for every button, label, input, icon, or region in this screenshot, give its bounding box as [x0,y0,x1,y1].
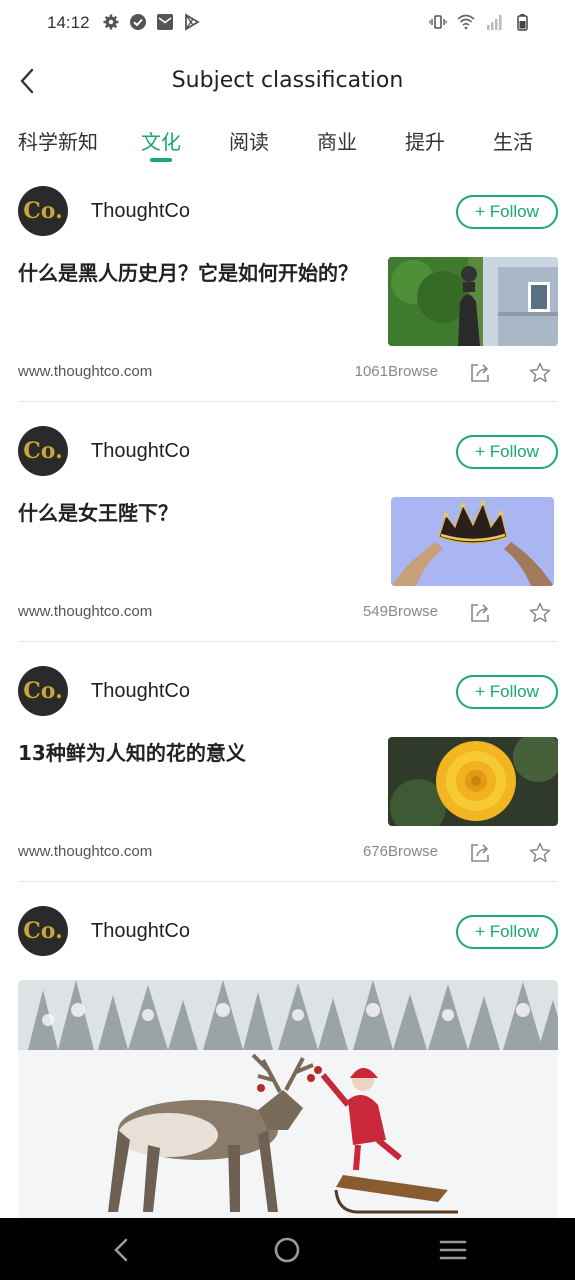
article-title[interactable]: 13种鲜为人知的花的意义 [18,740,368,766]
source-name[interactable]: ThoughtCo [91,440,190,463]
avatar-logo-text: Co. [23,678,63,704]
article-title[interactable]: 什么是女王陛下？ [18,500,368,526]
follow-button[interactable]: + Follow [456,675,558,709]
share-icon[interactable] [468,841,492,865]
source-url[interactable]: www.thoughtco.com [18,603,152,620]
article-thumbnail[interactable] [388,737,558,826]
avatar-logo-text: Co. [23,918,63,944]
play-store-icon [185,13,200,31]
source-name[interactable]: ThoughtCo [91,920,190,943]
star-icon[interactable] [528,361,552,385]
article-thumbnail[interactable] [391,497,554,586]
home-circle-icon[interactable] [271,1234,303,1266]
wifi-icon [457,14,475,30]
divider [18,401,558,402]
avatar[interactable]: Co. [18,186,68,236]
back-triangle-icon[interactable] [106,1234,138,1266]
status-time: 14:12 [47,13,90,32]
tab-business[interactable]: 商业 [317,126,357,155]
browse-count: 1061Browse [354,363,438,380]
star-icon[interactable] [528,841,552,865]
article-card[interactable]: Co. ThoughtCo + Follow 什么是黑人历史月？它是如何开始的？… [18,186,558,402]
signal-icon [487,15,502,30]
avatar[interactable]: Co. [18,666,68,716]
browse-count: 676Browse [362,843,438,860]
category-tabs: 科学新知 文化 阅读 商业 提升 生活 [0,122,575,166]
star-icon[interactable] [528,601,552,625]
tab-improvement[interactable]: 提升 [405,126,445,155]
article-cover-image[interactable] [18,980,558,1218]
mail-icon [157,14,173,30]
article-card[interactable]: Co. ThoughtCo + Follow 什么是女王陛下？ www.thou… [18,426,558,642]
menu-lines-icon[interactable] [437,1234,469,1266]
share-icon[interactable] [468,361,492,385]
tab-reading[interactable]: 阅读 [229,126,269,155]
header: Subject classification [0,52,575,112]
tab-life[interactable]: 生活 [493,126,533,155]
battery-icon [517,14,528,31]
check-circle-icon [130,14,146,30]
article-card[interactable]: Co. ThoughtCo + Follow [18,906,558,966]
active-tab-indicator [150,158,172,162]
gear-icon [103,14,119,30]
avatar-logo-text: Co. [23,198,63,224]
system-nav-bar [0,1218,575,1280]
status-bar: 14:12 [0,0,575,48]
follow-button[interactable]: + Follow [456,195,558,229]
avatar[interactable]: Co. [18,426,68,476]
article-card[interactable]: Co. ThoughtCo + Follow 13种鲜为人知的花的意义 www.… [18,666,558,882]
divider [18,641,558,642]
browse-count: 549Browse [362,603,438,620]
page-title: Subject classification [171,68,404,93]
share-icon[interactable] [468,601,492,625]
avatar-logo-text: Co. [23,438,63,464]
source-url[interactable]: www.thoughtco.com [18,363,152,380]
source-url[interactable]: www.thoughtco.com [18,843,152,860]
divider [18,881,558,882]
avatar[interactable]: Co. [18,906,68,956]
follow-button[interactable]: + Follow [456,915,558,949]
source-name[interactable]: ThoughtCo [91,680,190,703]
follow-button[interactable]: + Follow [456,435,558,469]
vibrate-icon [429,15,447,29]
tab-science[interactable]: 科学新知 [18,126,98,155]
source-name[interactable]: ThoughtCo [91,200,190,223]
article-title[interactable]: 什么是黑人历史月？它是如何开始的？ [18,260,368,286]
article-thumbnail[interactable] [388,257,558,346]
tab-culture[interactable]: 文化 [141,126,181,155]
